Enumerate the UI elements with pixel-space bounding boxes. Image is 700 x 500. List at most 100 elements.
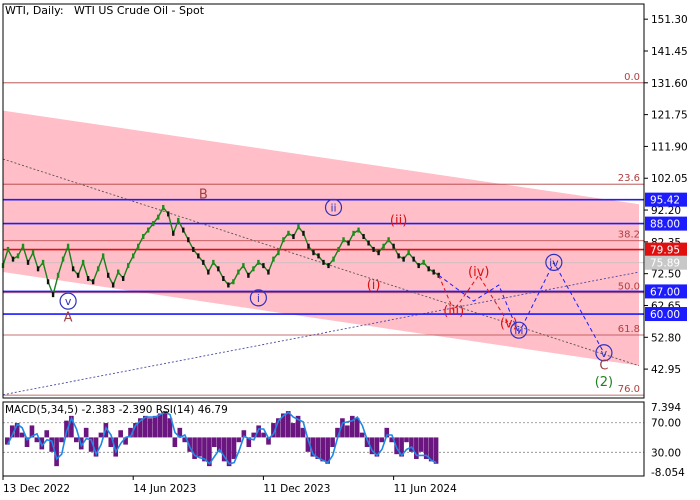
price-candle bbox=[46, 279, 50, 285]
price-candle bbox=[11, 256, 15, 262]
price-axis-label: 102.05 bbox=[651, 173, 688, 185]
price-candle bbox=[267, 269, 270, 275]
fib-level-label: 0.0 bbox=[624, 72, 640, 83]
level-price-tag-label: 88.00 bbox=[650, 219, 680, 231]
price-candle bbox=[116, 269, 120, 275]
price-axis-label: 131.60 bbox=[651, 78, 688, 90]
price-candle bbox=[297, 224, 300, 230]
price-candle bbox=[167, 211, 170, 217]
price-candle bbox=[342, 237, 345, 243]
price-candle bbox=[302, 230, 305, 236]
wave-label: B bbox=[199, 188, 208, 203]
level-price-tag-label: 67.00 bbox=[650, 286, 680, 298]
macd-histogram-bar bbox=[354, 418, 360, 438]
price-candle bbox=[257, 259, 260, 265]
time-axis-label: 13 Dec 2022 bbox=[3, 483, 70, 495]
macd-histogram-bar bbox=[285, 411, 291, 438]
fib-level-label: 23.6 bbox=[618, 173, 640, 184]
macd-histogram-bar bbox=[320, 437, 326, 462]
price-candle bbox=[162, 204, 165, 210]
price-candle bbox=[357, 227, 360, 233]
price-candle bbox=[16, 253, 20, 259]
macd-histogram-bar bbox=[197, 437, 202, 457]
price-axis-label: 42.95 bbox=[651, 364, 681, 376]
price-candle bbox=[121, 276, 125, 282]
price-candle bbox=[96, 266, 100, 272]
price-candle bbox=[407, 250, 410, 256]
price-candle bbox=[212, 259, 215, 265]
price-candle bbox=[272, 256, 275, 262]
price-candle bbox=[21, 243, 25, 249]
price-candle bbox=[412, 256, 415, 262]
macd-histogram-bar bbox=[231, 437, 237, 459]
macd-histogram-bar bbox=[98, 432, 104, 438]
macd-histogram-bar bbox=[433, 437, 439, 464]
time-axis-label: 11 Jun 2024 bbox=[394, 483, 457, 495]
macd-histogram-bar bbox=[211, 437, 217, 447]
price-candle bbox=[232, 279, 235, 285]
price-candle bbox=[202, 259, 205, 265]
price-candle bbox=[392, 243, 395, 249]
price-candle bbox=[277, 250, 280, 256]
price-candle bbox=[377, 250, 380, 256]
macd-histogram-bar bbox=[118, 430, 123, 438]
macd-histogram-bar bbox=[290, 423, 296, 438]
price-candle bbox=[31, 250, 35, 256]
wave-label: ii bbox=[330, 201, 336, 214]
chart-instrument: WTI US Crude Oil - Spot bbox=[74, 4, 205, 17]
macd-histogram-bar bbox=[379, 437, 385, 443]
indicator-label: MACD(5,34,5) -2.383 -2.390 RSI(14) 46.79 bbox=[5, 404, 228, 416]
wave-label: (2) bbox=[595, 375, 613, 390]
macd-histogram-bar bbox=[147, 418, 153, 438]
price-candle bbox=[237, 269, 240, 275]
macd-histogram-bar bbox=[418, 437, 424, 452]
price-candle bbox=[287, 230, 290, 236]
macd-histogram-bar bbox=[73, 437, 79, 443]
wave-label: (iv) bbox=[468, 265, 489, 280]
price-candle bbox=[312, 250, 315, 256]
price-chart[interactable]: 0.023.638.250.061.876.0vABiii(ii)(i)(iv)… bbox=[0, 0, 700, 500]
macd-histogram-bar bbox=[44, 430, 50, 438]
wave-label: iv bbox=[549, 256, 559, 269]
price-candle bbox=[327, 263, 330, 269]
price-candle bbox=[417, 263, 420, 269]
macd-histogram-bar bbox=[157, 413, 163, 438]
price-candle bbox=[197, 253, 200, 259]
price-candle bbox=[282, 237, 285, 243]
level-price-tag-label: 75.89 bbox=[650, 258, 680, 270]
price-candle bbox=[157, 214, 160, 220]
price-axis-label: 52.80 bbox=[651, 332, 681, 344]
price-candle bbox=[222, 276, 225, 282]
price-candle bbox=[322, 259, 325, 265]
price-candle bbox=[177, 217, 180, 223]
price-candle bbox=[362, 234, 365, 240]
price-candle bbox=[367, 240, 370, 246]
price-candle bbox=[192, 246, 195, 252]
price-candle bbox=[51, 292, 55, 298]
time-axis-label: 11 Dec 2023 bbox=[263, 483, 330, 495]
chart-symbol: WTI, Daily: bbox=[5, 4, 64, 17]
price-candle bbox=[91, 279, 95, 285]
rsi-level-label: 30.00 bbox=[651, 447, 681, 459]
price-candle bbox=[347, 240, 350, 246]
price-candle bbox=[86, 276, 90, 282]
level-price-tag-label: 60.00 bbox=[650, 309, 680, 321]
price-candle bbox=[182, 227, 185, 233]
wave-label: (ii) bbox=[390, 213, 407, 228]
price-axis-label: 92.20 bbox=[651, 205, 681, 217]
level-price-tag-label: 95.42 bbox=[650, 195, 680, 207]
price-candle bbox=[247, 272, 250, 278]
price-candle bbox=[26, 259, 30, 265]
fib-level-label: 76.0 bbox=[618, 384, 640, 395]
price-candle bbox=[292, 234, 295, 240]
price-candle bbox=[227, 282, 230, 288]
wave-label: A bbox=[64, 310, 73, 325]
price-candle bbox=[56, 272, 60, 278]
price-candle bbox=[352, 230, 355, 236]
price-candle bbox=[41, 259, 45, 265]
price-candle bbox=[432, 269, 435, 275]
price-candle bbox=[317, 253, 320, 259]
price-candle bbox=[71, 266, 75, 272]
macd-histogram-bar bbox=[236, 437, 242, 443]
price-candle bbox=[137, 243, 140, 249]
